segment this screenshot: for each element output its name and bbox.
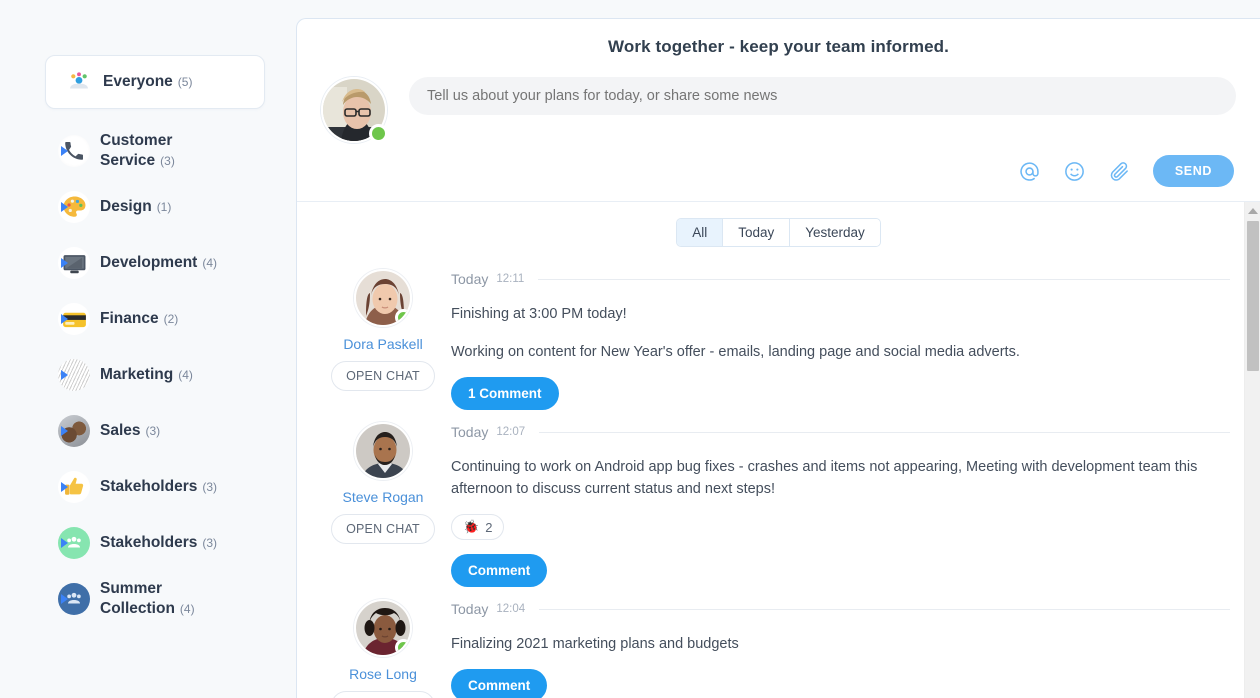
sidebar-item-design[interactable]: Design (1) xyxy=(0,179,296,235)
comment-button[interactable]: Comment xyxy=(451,669,548,698)
sidebar-item-count: (3) xyxy=(202,536,218,550)
post-meta: Today 12:07 xyxy=(451,424,1230,440)
post-meta: Today 12:04 xyxy=(451,601,1230,617)
tab-yesterday[interactable]: Yesterday xyxy=(790,219,880,246)
post-author-link[interactable]: Rose Long xyxy=(323,666,443,682)
sidebar-item-customer-service[interactable]: Customer Service (3) xyxy=(0,123,296,179)
status-online-dot xyxy=(369,124,388,143)
sidebar-item-stakeholders-group[interactable]: Stakeholders (3) xyxy=(0,515,296,571)
sidebar-item-label: Stakeholders xyxy=(100,534,198,551)
reaction-pill[interactable]: 🐞 2 xyxy=(451,514,505,540)
post-composer: Work together - keep your team informed. xyxy=(297,19,1260,202)
main-panel: Work together - keep your team informed. xyxy=(296,18,1260,698)
sidebar-item-count: (4) xyxy=(178,368,193,382)
current-user-avatar xyxy=(321,77,388,143)
chevron-right-icon[interactable] xyxy=(61,202,68,212)
scrollbar-thumb[interactable] xyxy=(1247,221,1259,371)
status-online-dot xyxy=(395,309,410,325)
sidebar-item-stakeholders-thumb[interactable]: Stakeholders (3) xyxy=(0,459,296,515)
sidebar-item-label: Finance xyxy=(100,310,159,327)
sidebar-item-development[interactable]: Development (4) xyxy=(0,235,296,291)
chat-feed-app: Everyone (5) Customer Service (3) Design… xyxy=(0,0,1260,698)
sidebar-item-label: Summer Collection xyxy=(100,580,175,617)
send-button[interactable]: SEND xyxy=(1152,155,1234,187)
sidebar-item-label: Sales xyxy=(100,422,141,439)
sidebar-item-finance[interactable]: Finance (2) xyxy=(0,291,296,347)
sidebar-item-everyone[interactable]: Everyone (5) xyxy=(45,55,265,109)
chevron-right-icon[interactable] xyxy=(61,538,68,548)
sidebar-item-marketing[interactable]: Marketing (4) xyxy=(0,347,296,403)
divider xyxy=(539,608,1230,610)
chevron-right-icon[interactable] xyxy=(61,258,68,268)
sidebar-item-label: Design xyxy=(100,198,152,215)
people-group-icon xyxy=(63,66,95,98)
tab-today[interactable]: Today xyxy=(723,219,791,246)
sidebar-item-sales[interactable]: Sales (3) xyxy=(0,403,296,459)
post-text: Working on content for New Year's offer … xyxy=(451,344,1020,360)
post-time: 12:07 xyxy=(496,426,526,438)
sidebar-item-count: (3) xyxy=(202,480,218,494)
post-input[interactable] xyxy=(409,77,1236,115)
feed-filter-tabs: All Today Yesterday xyxy=(297,202,1260,257)
post-item: Rose Long OPEN CHAT Today 12:04 Finalizi… xyxy=(297,587,1260,698)
post-day: Today xyxy=(451,601,489,617)
divider xyxy=(538,278,1230,280)
sidebar-item-label: Stakeholders xyxy=(100,478,198,495)
reaction-count: 2 xyxy=(485,519,493,535)
post-meta: Today 12:11 xyxy=(451,271,1230,287)
post-time: 12:11 xyxy=(496,273,525,285)
page-title: Work together - keep your team informed. xyxy=(608,37,949,56)
sidebar-item-label: Marketing xyxy=(100,366,174,383)
groups-sidebar: Everyone (5) Customer Service (3) Design… xyxy=(0,0,296,698)
post-text: Continuing to work on Android app bug fi… xyxy=(451,459,1198,497)
open-chat-button[interactable]: OPEN CHAT xyxy=(331,361,435,391)
sidebar-item-count: (2) xyxy=(163,312,179,326)
sidebar-item-summer-collection[interactable]: Summer Collection (4) xyxy=(0,571,296,627)
posts-feed: All Today Yesterday Dora Paskell OPEN CH… xyxy=(297,202,1260,698)
post-item: Dora Paskell OPEN CHAT Today 12:11 Finis… xyxy=(297,257,1260,410)
feed-scrollbar[interactable] xyxy=(1244,202,1260,698)
post-time: 12:04 xyxy=(496,603,526,615)
sidebar-item-count: (3) xyxy=(145,424,161,438)
tab-all[interactable]: All xyxy=(677,219,724,246)
open-chat-button[interactable]: OPEN CHAT xyxy=(331,514,435,544)
post-text: Finishing at 3:00 PM today! xyxy=(451,306,627,322)
sidebar-item-count: (5) xyxy=(177,75,193,89)
post-text: Finalizing 2021 marketing plans and budg… xyxy=(451,636,739,652)
sidebar-item-count: (1) xyxy=(156,200,172,214)
post-item: Steve Rogan OPEN CHAT Today 12:07 Contin… xyxy=(297,410,1260,587)
comment-button[interactable]: Comment xyxy=(451,554,548,587)
chevron-right-icon[interactable] xyxy=(61,314,68,324)
sidebar-item-count: (4) xyxy=(202,256,218,270)
post-author-link[interactable]: Steve Rogan xyxy=(323,489,443,505)
sidebar-item-count: (4) xyxy=(179,602,195,616)
chevron-right-icon[interactable] xyxy=(61,426,68,436)
chevron-right-icon[interactable] xyxy=(61,370,68,380)
status-online-dot xyxy=(395,639,410,655)
sidebar-item-label: Development xyxy=(100,254,198,271)
scroll-up-button[interactable] xyxy=(1245,202,1260,219)
avatar[interactable] xyxy=(354,269,412,327)
paperclip-icon[interactable] xyxy=(1108,160,1131,183)
chevron-right-icon[interactable] xyxy=(61,482,68,492)
chevron-right-icon[interactable] xyxy=(61,594,68,604)
chevron-right-icon[interactable] xyxy=(61,146,68,156)
post-day: Today xyxy=(451,271,489,287)
sidebar-item-label: Everyone xyxy=(103,73,173,90)
at-mention-icon[interactable] xyxy=(1018,160,1041,183)
caret-up-icon xyxy=(1247,207,1258,214)
post-author-link[interactable]: Dora Paskell xyxy=(323,336,443,352)
smiley-face-icon[interactable] xyxy=(1063,160,1086,183)
post-day: Today xyxy=(451,424,489,440)
sidebar-item-count: (3) xyxy=(160,154,175,168)
divider xyxy=(539,431,1230,433)
bug-emoji-icon: 🐞 xyxy=(463,519,480,534)
open-chat-button[interactable]: OPEN CHAT xyxy=(331,691,435,698)
avatar[interactable] xyxy=(354,599,412,657)
avatar[interactable] xyxy=(354,422,412,480)
comment-button[interactable]: 1 Comment xyxy=(451,377,559,410)
